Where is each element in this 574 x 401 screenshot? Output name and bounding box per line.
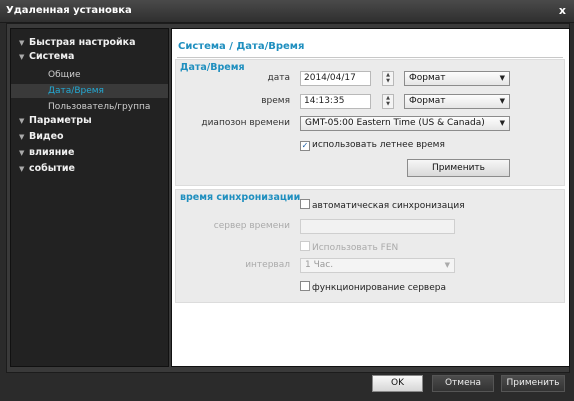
- auto-sync-checkbox[interactable]: автоматическая синхронизация: [300, 199, 465, 211]
- date-format-select[interactable]: Формат ▼: [404, 71, 510, 86]
- date-field[interactable]: 2014/04/17: [300, 71, 371, 86]
- divider: [177, 57, 563, 58]
- select-value: Формат: [409, 96, 446, 106]
- checkbox-icon[interactable]: [300, 281, 310, 291]
- tree-item-label: Общие: [48, 70, 81, 80]
- settings-tree: ▼ Быстрая настройка ▼ Система Общие Дата/В…: [10, 28, 169, 367]
- spin-down-icon[interactable]: ▼: [383, 101, 393, 107]
- dropdown-arrow-icon: ▼: [499, 97, 505, 105]
- interval-select[interactable]: 1 Час. ▼: [300, 258, 455, 273]
- select-value: Формат: [409, 73, 446, 83]
- cancel-button[interactable]: Отмена: [432, 375, 494, 392]
- dropdown-arrow-icon: ▼: [499, 119, 505, 127]
- time-field[interactable]: 14:13:35: [300, 94, 371, 109]
- tree-item-label: Видео: [29, 131, 64, 142]
- tree-item-quick-setup[interactable]: ▼ Быстрая настройка: [19, 36, 136, 50]
- datetime-section-title: Дата/Время: [180, 62, 245, 73]
- tree-item-label: Быстрая настройка: [29, 37, 136, 48]
- tree-item-system[interactable]: ▼ Система: [19, 50, 74, 64]
- use-fen-checkbox[interactable]: Использовать FEN: [300, 241, 398, 253]
- close-icon[interactable]: x: [559, 4, 566, 17]
- title-bar: Удаленная установка x: [0, 0, 574, 23]
- time-spinner[interactable]: ▲ ▼: [382, 94, 394, 109]
- tree-item-user-group[interactable]: Пользователь/группа: [11, 100, 150, 114]
- tree-item-datetime[interactable]: Дата/Время: [11, 84, 168, 98]
- apply-button[interactable]: Применить: [501, 375, 565, 392]
- tree-item-general[interactable]: Общие: [11, 68, 81, 82]
- tree-item-parameters[interactable]: ▼ Параметры: [19, 114, 92, 128]
- tree-item-label: событие: [29, 163, 75, 174]
- tree-item-label: Дата/Время: [48, 86, 104, 96]
- datetime-apply-button[interactable]: Применить: [407, 159, 510, 177]
- sync-section: время синхронизации автоматическая синхр…: [175, 189, 565, 303]
- select-value: 1 Час.: [305, 260, 334, 270]
- dropdown-arrow-icon: ▼: [499, 74, 505, 82]
- time-server-input[interactable]: [300, 219, 455, 234]
- timezone-label: диапозон времени: [201, 118, 290, 128]
- checkbox-icon[interactable]: [300, 199, 310, 209]
- dropdown-arrow-icon: ▼: [444, 261, 450, 269]
- tree-item-label: влияние: [29, 147, 75, 158]
- interval-label: интервал: [245, 260, 290, 270]
- time-label: время: [261, 96, 290, 106]
- breadcrumb: Система / Дата/Время: [178, 41, 305, 52]
- use-fen-label: Использовать FEN: [312, 243, 399, 253]
- expand-arrow-icon: ▼: [19, 133, 25, 141]
- settings-panel: Система / Дата/Время Дата/Время дата 201…: [171, 28, 570, 367]
- checkbox-icon[interactable]: [300, 241, 310, 251]
- server-operation-label: функционирование сервера: [312, 283, 446, 293]
- select-value: GMT-05:00 Eastern Time (US & Canada): [305, 118, 485, 128]
- dst-checkbox[interactable]: ✓ использовать летнее время: [300, 140, 445, 151]
- expand-arrow-icon: ▼: [19, 117, 25, 125]
- time-server-label: сервер времени: [213, 221, 290, 231]
- tree-item-label: Система: [29, 51, 75, 62]
- dst-label: использовать летнее время: [312, 140, 445, 150]
- spin-down-icon[interactable]: ▼: [383, 78, 393, 84]
- datetime-section: Дата/Время дата 2014/04/17 ▲ ▼ Формат ▼ в…: [175, 59, 565, 186]
- server-operation-checkbox[interactable]: функционирование сервера: [300, 281, 446, 293]
- expand-arrow-icon: ▼: [19, 165, 25, 173]
- date-label: дата: [267, 73, 291, 83]
- expand-arrow-icon: ▼: [19, 39, 25, 47]
- window-title: Удаленная установка: [6, 5, 132, 16]
- sync-section-title: время синхронизации: [180, 192, 301, 203]
- expand-arrow-icon: ▼: [19, 149, 25, 157]
- timezone-select[interactable]: GMT-05:00 Eastern Time (US & Canada) ▼: [300, 116, 510, 131]
- tree-item-video[interactable]: ▼ Видео: [19, 130, 64, 144]
- expand-arrow-icon: ▼: [19, 53, 25, 61]
- tree-item-influence[interactable]: ▼ влияние: [19, 146, 74, 160]
- auto-sync-label: автоматическая синхронизация: [312, 201, 465, 211]
- checkmark-icon[interactable]: ✓: [300, 141, 310, 151]
- ok-button[interactable]: OK: [372, 375, 423, 392]
- tree-item-label: Параметры: [29, 115, 92, 126]
- time-format-select[interactable]: Формат ▼: [404, 94, 510, 109]
- date-spinner[interactable]: ▲ ▼: [382, 71, 394, 86]
- tree-item-event[interactable]: ▼ событие: [19, 162, 75, 176]
- tree-item-label: Пользователь/группа: [48, 102, 151, 112]
